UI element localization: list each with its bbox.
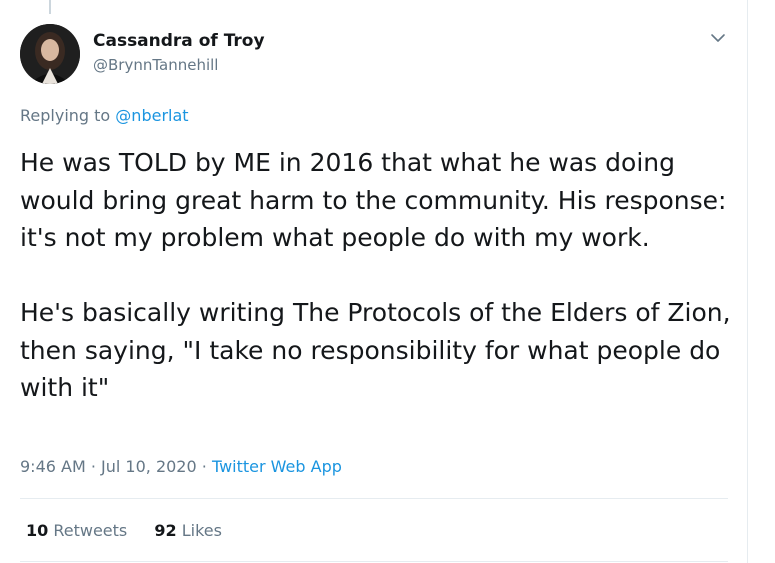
author-name[interactable]: Cassandra of Troy bbox=[93, 31, 265, 51]
tweet-paragraph: He was TOLD by ME in 2016 that what he w… bbox=[20, 148, 727, 252]
replying-label: Replying to bbox=[20, 106, 111, 125]
chevron-down-icon[interactable] bbox=[708, 30, 728, 46]
tweet-stats: 10 Retweets 92 Likes bbox=[26, 521, 244, 540]
tweet-metadata: 9:46 AM · Jul 10, 2020 · Twitter Web App bbox=[20, 457, 342, 476]
retweets-count: 10 bbox=[26, 521, 49, 540]
replying-to: Replying to @nberlat bbox=[20, 106, 189, 125]
tweet-timestamp[interactable]: 9:46 AM · Jul 10, 2020 · bbox=[20, 457, 207, 476]
retweets-stat[interactable]: 10 Retweets bbox=[26, 521, 127, 540]
retweets-label: Retweets bbox=[53, 521, 128, 540]
avatar[interactable] bbox=[20, 24, 80, 84]
column-border bbox=[747, 0, 748, 563]
tweet-paragraph: He's basically writing The Protocols of … bbox=[20, 298, 731, 402]
divider bbox=[20, 498, 728, 499]
likes-label: Likes bbox=[181, 521, 222, 540]
divider bbox=[20, 561, 728, 562]
tweet-source-link[interactable]: Twitter Web App bbox=[212, 457, 342, 476]
likes-stat[interactable]: 92 Likes bbox=[154, 521, 222, 540]
likes-count: 92 bbox=[154, 521, 177, 540]
thread-connector-line bbox=[49, 0, 51, 14]
replying-mention-link[interactable]: @nberlat bbox=[115, 106, 188, 125]
tweet-text: He was TOLD by ME in 2016 that what he w… bbox=[20, 144, 732, 407]
author-handle[interactable]: @BrynnTannehill bbox=[93, 56, 218, 74]
